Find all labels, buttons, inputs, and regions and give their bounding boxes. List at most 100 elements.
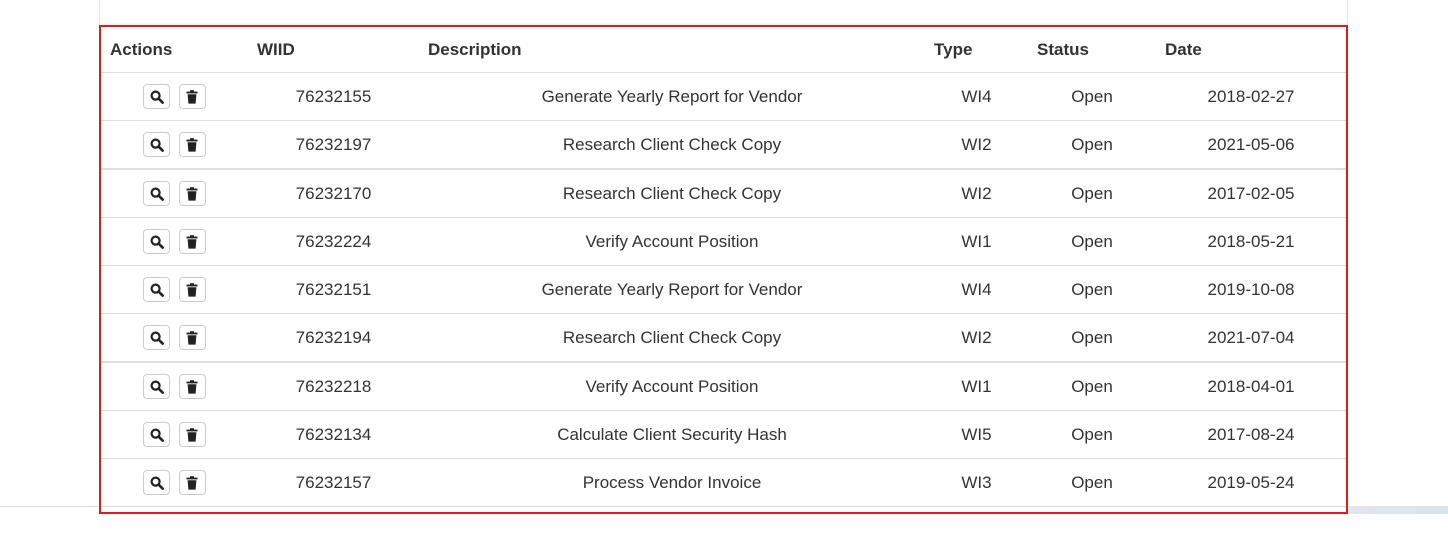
search-icon <box>150 282 164 297</box>
table-row: 76232155 Generate Yearly Report for Vend… <box>101 72 1346 121</box>
table-row: 76232151 Generate Yearly Report for Vend… <box>101 265 1346 314</box>
row-actions <box>101 72 248 121</box>
table-row: 76232218 Verify Account Position WI1 Ope… <box>101 362 1346 411</box>
work-items-table: Actions WIID Description Type Status Dat… <box>101 27 1346 507</box>
cell-date: 2018-02-27 <box>1156 72 1346 121</box>
header-date[interactable]: Date <box>1156 27 1346 73</box>
delete-button[interactable] <box>178 470 206 495</box>
cell-description: Research Client Check Copy <box>419 120 925 170</box>
view-button[interactable] <box>143 374 171 399</box>
cell-wiid: 76232170 <box>248 169 419 218</box>
cell-status: Open <box>1028 72 1156 121</box>
container-border-right <box>1347 0 1348 26</box>
view-button[interactable] <box>143 422 171 447</box>
cell-type: WI1 <box>925 362 1028 411</box>
view-button[interactable] <box>143 84 171 109</box>
row-actions <box>101 458 248 507</box>
cell-status: Open <box>1028 217 1156 266</box>
table-row: 76232157 Process Vendor Invoice WI3 Open… <box>101 458 1346 507</box>
cell-date: 2021-07-04 <box>1156 313 1346 363</box>
cell-type: WI2 <box>925 120 1028 170</box>
trash-icon <box>186 186 198 201</box>
view-button[interactable] <box>143 229 171 254</box>
row-actions <box>101 410 248 459</box>
cell-description: Verify Account Position <box>419 362 925 411</box>
trash-icon <box>186 137 198 152</box>
row-actions <box>101 169 248 218</box>
search-icon <box>150 234 164 249</box>
cell-status: Open <box>1028 313 1156 363</box>
delete-button[interactable] <box>178 325 206 350</box>
table-header-row: Actions WIID Description Type Status Dat… <box>101 27 1346 73</box>
view-button[interactable] <box>143 470 171 495</box>
table-row: 76232170 Research Client Check Copy WI2 … <box>101 169 1346 218</box>
delete-button[interactable] <box>178 277 206 302</box>
cell-wiid: 76232224 <box>248 217 419 266</box>
cell-status: Open <box>1028 362 1156 411</box>
cell-wiid: 76232151 <box>248 265 419 314</box>
delete-button[interactable] <box>178 181 206 206</box>
search-icon <box>150 89 164 104</box>
cell-description: Calculate Client Security Hash <box>419 410 925 459</box>
trash-icon <box>186 330 198 345</box>
row-actions <box>101 313 248 363</box>
cell-wiid: 76232194 <box>248 313 419 363</box>
cell-type: WI5 <box>925 410 1028 459</box>
cell-type: WI2 <box>925 313 1028 363</box>
cell-status: Open <box>1028 265 1156 314</box>
header-wiid[interactable]: WIID <box>248 27 419 73</box>
delete-button[interactable] <box>178 422 206 447</box>
trash-icon <box>186 427 198 442</box>
cell-type: WI3 <box>925 458 1028 507</box>
cell-wiid: 76232155 <box>248 72 419 121</box>
cell-description: Generate Yearly Report for Vendor <box>419 265 925 314</box>
cell-wiid: 76232134 <box>248 410 419 459</box>
row-actions <box>101 217 248 266</box>
cell-type: WI4 <box>925 72 1028 121</box>
cell-description: Verify Account Position <box>419 217 925 266</box>
trash-icon <box>186 379 198 394</box>
view-button[interactable] <box>143 132 171 157</box>
cell-date: 2018-05-21 <box>1156 217 1346 266</box>
cell-status: Open <box>1028 120 1156 170</box>
cell-description: Research Client Check Copy <box>419 313 925 363</box>
cell-date: 2019-05-24 <box>1156 458 1346 507</box>
table-body: 76232155 Generate Yearly Report for Vend… <box>101 72 1346 507</box>
view-button[interactable] <box>143 181 171 206</box>
cell-wiid: 76232218 <box>248 362 419 411</box>
row-actions <box>101 120 248 170</box>
table-row: 76232194 Research Client Check Copy WI2 … <box>101 313 1346 363</box>
search-icon <box>150 475 164 490</box>
cell-type: WI4 <box>925 265 1028 314</box>
cell-date: 2017-08-24 <box>1156 410 1346 459</box>
trash-icon <box>186 89 198 104</box>
trash-icon <box>186 475 198 490</box>
delete-button[interactable] <box>178 229 206 254</box>
header-description[interactable]: Description <box>419 27 925 73</box>
row-actions <box>101 265 248 314</box>
search-icon <box>150 379 164 394</box>
cell-description: Process Vendor Invoice <box>419 458 925 507</box>
search-icon <box>150 137 164 152</box>
header-status[interactable]: Status <box>1028 27 1156 73</box>
header-actions: Actions <box>101 27 248 73</box>
delete-button[interactable] <box>178 84 206 109</box>
delete-button[interactable] <box>178 374 206 399</box>
delete-button[interactable] <box>178 132 206 157</box>
cell-type: WI2 <box>925 169 1028 218</box>
view-button[interactable] <box>143 277 171 302</box>
header-type[interactable]: Type <box>925 27 1028 73</box>
search-icon <box>150 427 164 442</box>
cell-status: Open <box>1028 458 1156 507</box>
row-actions <box>101 362 248 411</box>
cell-status: Open <box>1028 410 1156 459</box>
table-row: 76232134 Calculate Client Security Hash … <box>101 410 1346 459</box>
table-row: 76232224 Verify Account Position WI1 Ope… <box>101 217 1346 266</box>
search-icon <box>150 330 164 345</box>
cell-date: 2017-02-05 <box>1156 169 1346 218</box>
cell-type: WI1 <box>925 217 1028 266</box>
view-button[interactable] <box>143 325 171 350</box>
page: Actions WIID Description Type Status Dat… <box>0 0 1448 539</box>
cell-date: 2021-05-06 <box>1156 120 1346 170</box>
container-border-left <box>99 0 100 26</box>
